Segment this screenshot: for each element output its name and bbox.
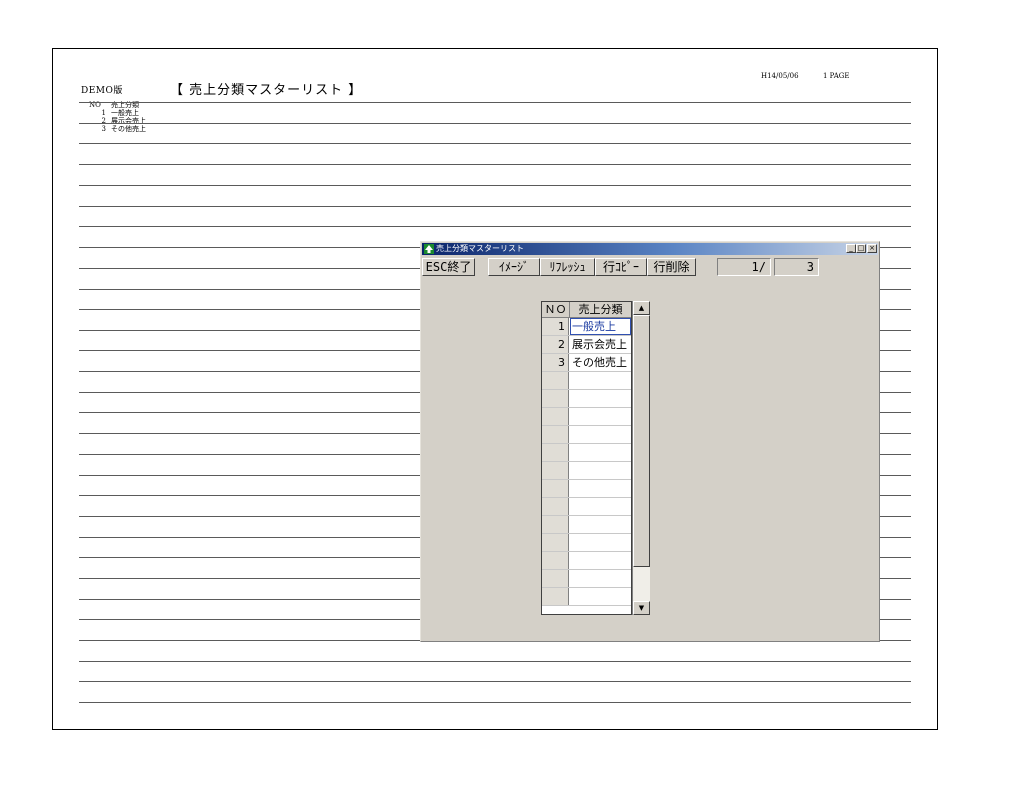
grid-row-no [542,498,569,515]
grid-body: 1 一般売上 2 展示会売上 3 その他売上 [542,318,631,606]
grid-row-category[interactable] [570,408,631,425]
grid-row[interactable] [542,426,631,444]
copy-row-button[interactable]: 行ｺﾋﾟｰ [595,258,647,276]
grid-row[interactable] [542,444,631,462]
grid-row-category[interactable] [570,552,631,569]
grid-row-no: 3 [542,354,569,371]
grid-row-category[interactable] [570,498,631,515]
grid-row-category[interactable] [570,444,631,461]
grid-row-category[interactable] [570,516,631,533]
grid-row-no [542,570,569,587]
grid-row-category[interactable] [570,570,631,587]
grid-row-category[interactable] [570,390,631,407]
grid-row-no: 2 [542,336,569,353]
grid-row-category[interactable]: その他売上 [570,354,631,371]
report-ruled-line [79,681,911,682]
scroll-thumb[interactable] [633,315,650,567]
grid-row-no [542,588,569,605]
grid-row-no [542,444,569,461]
grid-row-no: 1 [542,318,569,335]
report-row: 3 その他売上 [83,125,146,133]
grid-row-category[interactable] [570,588,631,605]
maximize-button[interactable]: □ [856,244,866,253]
grid-row[interactable] [542,498,631,516]
image-button[interactable]: ｲﾒｰｼﾞ [488,258,540,276]
report-row-category: 一般売上 [111,109,139,117]
scroll-up-icon[interactable]: ▲ [633,301,650,315]
report-row-no: 1 [101,109,106,117]
grid-row[interactable] [542,516,631,534]
refresh-button[interactable]: ﾘﾌﾚｯｼｭ [540,258,595,276]
grid-row-category[interactable]: 一般売上 [570,318,631,335]
grid-row[interactable]: 1 一般売上 [542,318,631,336]
grid-row-category[interactable] [570,372,631,389]
close-button[interactable]: × [867,244,877,253]
master-list-window: 売上分類マスターリスト _ □ × ESC終了 ｲﾒｰｼﾞ ﾘﾌﾚｯｼｭ 行ｺﾋ… [420,241,880,642]
grid-row[interactable] [542,570,631,588]
minimize-button[interactable]: _ [846,244,856,253]
esc-exit-button[interactable]: ESC終了 [422,258,475,276]
report-ruled-line [79,102,911,103]
grid-header: ＮＯ 売上分類 [542,302,631,318]
report-page-number: 1 PAGE [823,72,850,80]
grid-row[interactable] [542,462,631,480]
window-title: 売上分類マスターリスト [436,244,524,253]
grid-row[interactable] [542,372,631,390]
grid-row-no [542,516,569,533]
report-ruled-line [79,206,911,207]
report-row-no: 3 [101,125,106,133]
report-ruled-line [79,661,911,662]
report-ruled-line [79,702,911,703]
grid-row-no [542,372,569,389]
report-date: H14/05/06 [761,72,799,80]
report-title: 【 売上分類マスターリスト 】 [170,83,363,98]
grid-row-category[interactable] [570,480,631,497]
grid-row-category[interactable] [570,462,631,479]
window-title-bar[interactable]: 売上分類マスターリスト _ □ × [422,243,878,255]
grid-row-category[interactable] [570,426,631,443]
grid-header-no: ＮＯ [542,302,570,317]
current-page-field: 1/ [717,258,771,276]
scroll-down-icon[interactable]: ▼ [633,601,650,615]
grid-row[interactable]: 2 展示会売上 [542,336,631,354]
delete-row-button[interactable]: 行削除 [647,258,696,276]
grid-row-no [542,480,569,497]
grid-row[interactable] [542,408,631,426]
report-ruled-line [79,226,911,227]
report-table: NO 売上分類 1 一般売上 2 展示会売上 3 その他売上 [83,101,146,133]
grid-row-category[interactable]: 展示会売上 [570,336,631,353]
report-row-category: その他売上 [111,125,146,133]
report-ruled-line [79,185,911,186]
report-ruled-line [79,164,911,165]
grid-row[interactable]: 3 その他売上 [542,354,631,372]
report-row: 1 一般売上 [83,109,146,117]
grid-row[interactable] [542,480,631,498]
report-edition: DEMO版 [81,86,123,96]
grid-row[interactable] [542,390,631,408]
grid-header-category: 売上分類 [578,303,623,316]
grid-row[interactable] [542,552,631,570]
grid-row-no [542,534,569,551]
grid-row-no [542,426,569,443]
grid-row-category[interactable] [570,534,631,551]
report-ruled-line [79,143,911,144]
app-icon [424,244,434,254]
grid-row-no [542,552,569,569]
grid-row-no [542,462,569,479]
grid-scrollbar[interactable]: ▲ ▼ [632,301,650,615]
category-grid: ＮＯ 売上分類 1 一般売上 2 展示会売上 3 その他売上 [541,301,632,615]
total-pages-field: 3 [774,258,819,276]
grid-row[interactable] [542,534,631,552]
report-ruled-line [79,123,911,124]
grid-row[interactable] [542,588,631,606]
grid-row-no [542,390,569,407]
grid-row-no [542,408,569,425]
